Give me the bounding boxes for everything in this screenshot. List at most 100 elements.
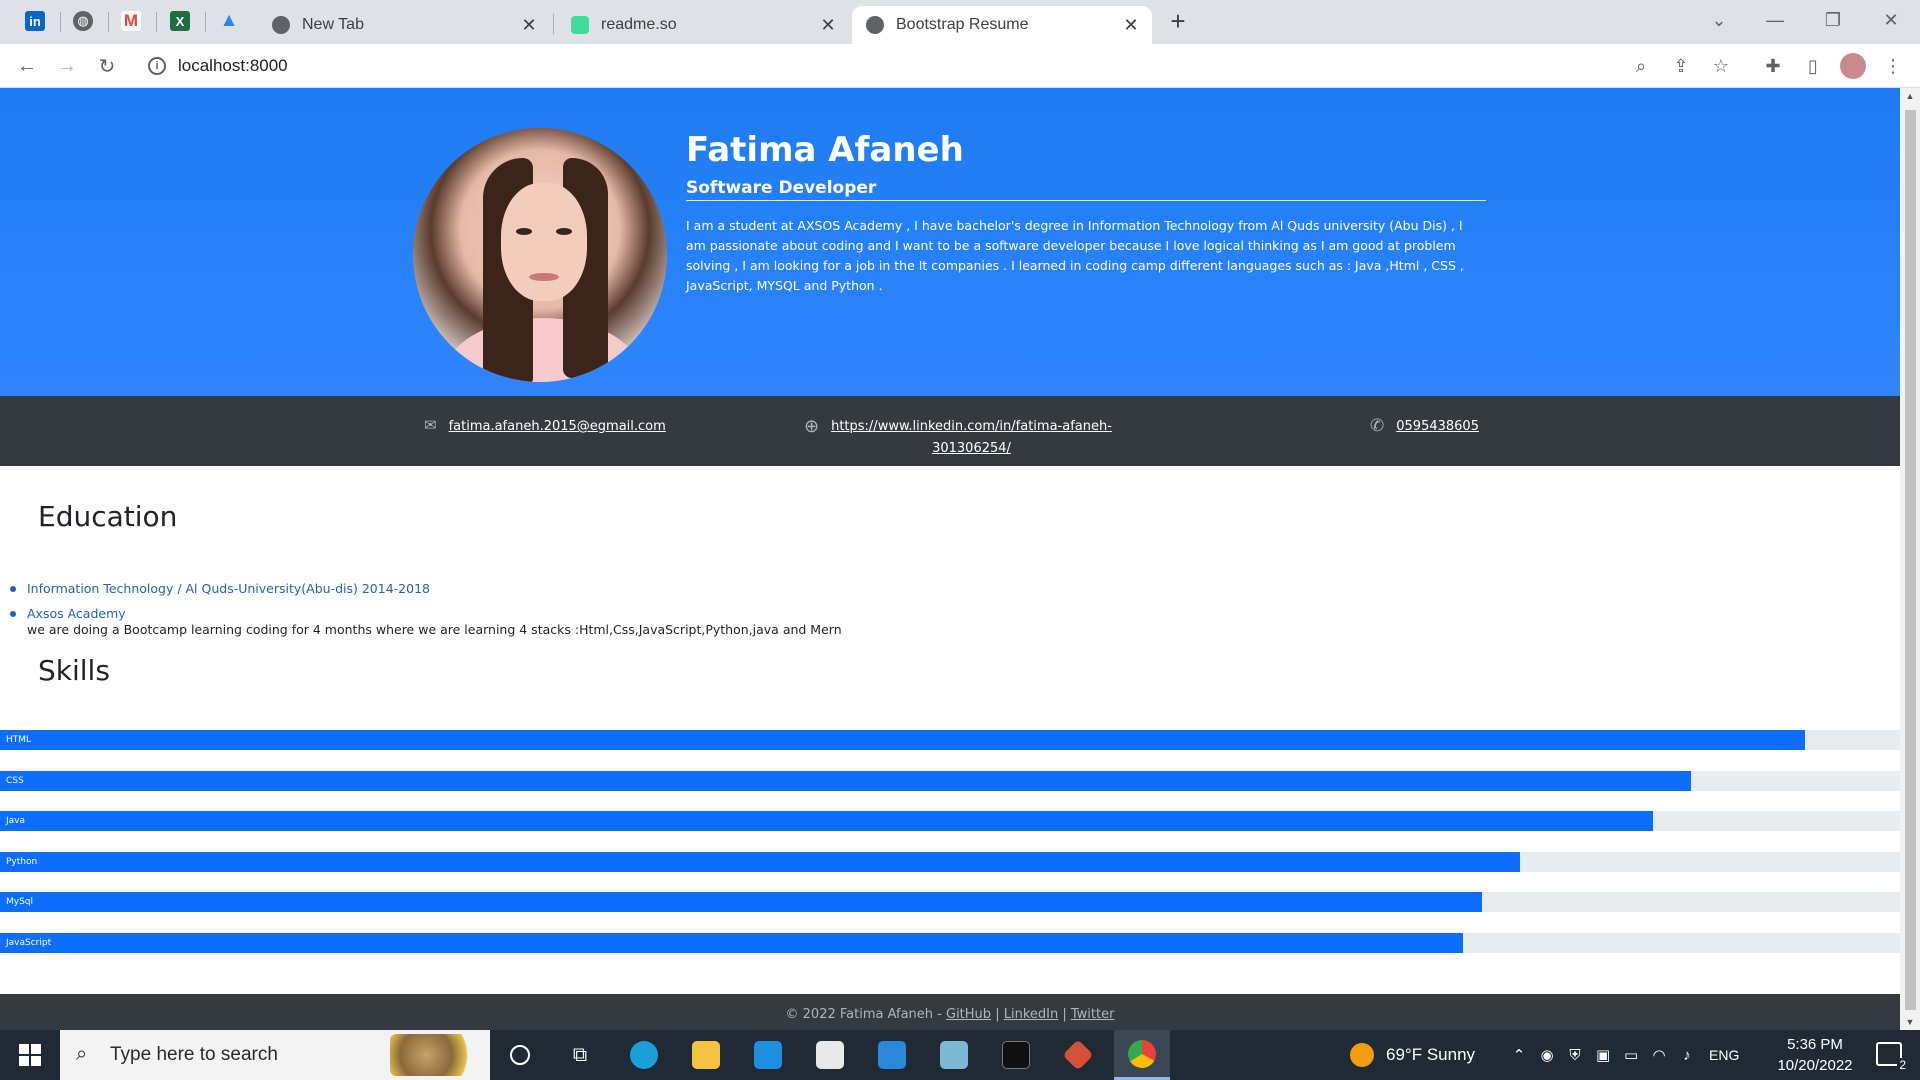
browser-toolbar: ← → ↻ i localhost:8000 ⌕ ⇪ ☆ ✚ ▯ ⋮ xyxy=(0,44,1920,88)
terminal-icon xyxy=(1002,1041,1030,1069)
weather-text[interactable]: 69°F Sunny xyxy=(1386,1045,1475,1065)
new-tab-button[interactable]: + xyxy=(1164,8,1192,36)
minimize-button[interactable]: — xyxy=(1752,4,1798,36)
profile-avatar[interactable] xyxy=(1840,53,1866,79)
contact-phone: ✆ 0595438605 xyxy=(1370,416,1479,438)
taskbar-edge[interactable] xyxy=(618,1030,670,1080)
education-heading: Education xyxy=(38,500,178,533)
skill-bar-fill: MySql xyxy=(0,892,1482,912)
back-button[interactable]: ← xyxy=(12,51,42,81)
volume-icon[interactable]: ♪ xyxy=(1673,1047,1701,1064)
security-shield-icon[interactable]: ⛨ xyxy=(1561,1047,1589,1064)
taskbar-terminal[interactable] xyxy=(990,1030,1042,1080)
battery-icon[interactable]: ▭ xyxy=(1617,1046,1645,1064)
git-icon xyxy=(1062,1039,1094,1071)
notifications-button[interactable]: 2 xyxy=(1876,1042,1908,1072)
side-panel-icon[interactable]: ▯ xyxy=(1800,53,1826,79)
wifi-icon[interactable]: ◠ xyxy=(1645,1046,1673,1064)
phone-link[interactable]: 0595438605 xyxy=(1396,416,1479,438)
chrome-icon xyxy=(1128,1039,1156,1068)
zoom-icon[interactable]: ⌕ xyxy=(1628,53,1654,79)
close-tab-icon[interactable]: ✕ xyxy=(817,14,839,36)
taskbar-store[interactable] xyxy=(804,1030,856,1080)
close-tab-icon[interactable]: ✕ xyxy=(1120,14,1142,36)
pinned-tab-gmail[interactable]: M xyxy=(113,6,149,36)
linkedin-link-line1[interactable]: https://www.linkedin.com/in/fatima-afane… xyxy=(831,416,1112,438)
tab-bootstrap-resume[interactable]: Bootstrap Resume ✕ xyxy=(852,6,1152,44)
bio-text: I am a student at AXSOS Academy , I have… xyxy=(686,218,1464,293)
divider xyxy=(686,200,1486,201)
email-link[interactable]: fatima.afaneh.2015@egmail.com xyxy=(449,416,666,438)
address-bar[interactable]: i localhost:8000 xyxy=(136,49,1646,83)
contact-linkedin: ⊕ https://www.linkedin.com/in/fatima-afa… xyxy=(804,416,1112,460)
record-icon[interactable]: ◉ xyxy=(1533,1046,1561,1064)
url-text[interactable]: localhost:8000 xyxy=(178,56,288,76)
windows-taskbar: ⌕ Type here to search ⧉ 69°F Sunny ⌃ ◉ ⛨… xyxy=(0,1030,1920,1080)
taskbar-file-explorer[interactable] xyxy=(680,1030,732,1080)
skill-bar-fill: Java xyxy=(0,811,1653,831)
tab-new-tab[interactable]: New Tab ✕ xyxy=(258,6,550,44)
pinned-tab-linkedin[interactable]: in xyxy=(17,6,53,36)
education-item[interactable]: Information Technology / Al Quds-Univers… xyxy=(10,576,430,601)
scroll-up-arrow[interactable]: ▲ xyxy=(1900,88,1920,104)
language-indicator[interactable]: ENG xyxy=(1709,1047,1739,1063)
job-title: Software Developer xyxy=(686,178,877,198)
start-button[interactable] xyxy=(0,1030,60,1080)
skill-label: MySql xyxy=(6,897,34,907)
share-icon[interactable]: ⇪ xyxy=(1668,53,1694,79)
close-tab-icon[interactable]: ✕ xyxy=(518,14,540,36)
photo-face xyxy=(501,183,587,301)
menu-kebab-icon[interactable]: ⋮ xyxy=(1880,53,1906,79)
footer-github-link[interactable]: GitHub xyxy=(946,1007,991,1022)
contact-email: ✉ fatima.afaneh.2015@egmail.com xyxy=(424,416,666,438)
extensions-icon[interactable]: ✚ xyxy=(1760,53,1786,79)
meet-icon[interactable]: ▣ xyxy=(1589,1046,1617,1064)
gmail-icon: M xyxy=(121,11,141,31)
photo-eye xyxy=(556,228,572,235)
taskbar-notepad[interactable] xyxy=(928,1030,980,1080)
bookmark-star-icon[interactable]: ☆ xyxy=(1708,53,1734,79)
footer-linkedin-link[interactable]: LinkedIn xyxy=(1004,1007,1058,1022)
task-view-button[interactable]: ⧉ xyxy=(554,1030,606,1080)
pinned-tab-globe[interactable]: ◍ xyxy=(65,6,101,36)
linkedin-link-line2[interactable]: 301306254/ xyxy=(831,438,1112,460)
close-window-button[interactable]: ✕ xyxy=(1868,4,1914,36)
pinned-tab-atlassian[interactable]: ▲ xyxy=(211,6,247,36)
footer-separator: | xyxy=(1062,1007,1067,1022)
profile-photo xyxy=(413,128,667,382)
cortana-button[interactable] xyxy=(494,1030,546,1080)
globe-icon: ⊕ xyxy=(804,416,820,437)
footer-twitter-link[interactable]: Twitter xyxy=(1071,1007,1115,1022)
scroll-down-arrow[interactable]: ▼ xyxy=(1900,1014,1920,1030)
scrollbar-thumb[interactable] xyxy=(1905,110,1916,1010)
education-note: we are doing a Bootcamp learning coding … xyxy=(27,622,842,637)
forward-button[interactable]: → xyxy=(52,51,82,81)
clock[interactable]: 5:36 PM 10/20/2022 xyxy=(1770,1034,1860,1076)
taskbar-chrome[interactable] xyxy=(1114,1030,1170,1080)
site-info-icon[interactable]: i xyxy=(148,57,166,75)
taskbar-search[interactable]: ⌕ Type here to search xyxy=(60,1030,490,1080)
restore-button[interactable]: ❐ xyxy=(1810,4,1856,36)
tab-search-icon[interactable]: ⌄ xyxy=(1696,4,1742,36)
hero-section: Fatima Afaneh Software Developer I am a … xyxy=(0,88,1900,396)
search-highlight-image xyxy=(390,1034,480,1076)
notepad-icon xyxy=(940,1041,968,1069)
taskbar-vscode[interactable] xyxy=(742,1030,794,1080)
linkedin-link[interactable]: https://www.linkedin.com/in/fatima-afane… xyxy=(831,416,1112,460)
contact-bar: ✉ fatima.afaneh.2015@egmail.com ⊕ https:… xyxy=(0,396,1900,466)
tab-divider xyxy=(60,12,61,32)
search-placeholder[interactable]: Type here to search xyxy=(110,1044,278,1066)
envelope-icon: ✉ xyxy=(424,416,437,434)
footer-separator: | xyxy=(995,1007,1000,1022)
skill-bar-javascript: JavaScript xyxy=(0,933,1900,953)
skill-bar-fill: JavaScript xyxy=(0,933,1463,953)
taskbar-git[interactable] xyxy=(1052,1030,1104,1080)
chevron-up-icon[interactable]: ⌃ xyxy=(1505,1046,1533,1064)
edge-icon xyxy=(630,1041,658,1069)
pinned-tab-excel[interactable]: X xyxy=(162,6,198,36)
reload-button[interactable]: ↻ xyxy=(92,51,122,81)
tab-readme[interactable]: readme.so ✕ xyxy=(557,6,849,44)
clock-time: 5:36 PM xyxy=(1787,1036,1843,1053)
taskbar-mail[interactable] xyxy=(866,1030,918,1080)
page-scrollbar[interactable]: ▲ ▼ xyxy=(1900,88,1920,1030)
